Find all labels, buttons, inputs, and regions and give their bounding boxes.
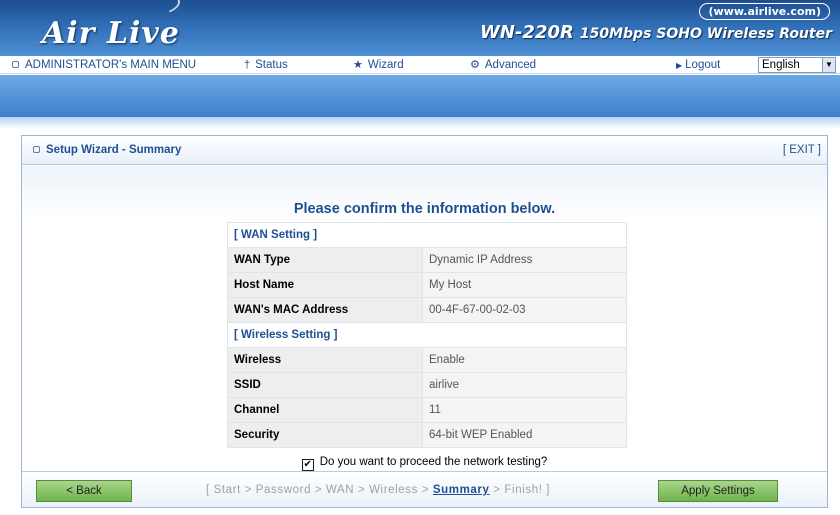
panel-header: Setup Wizard - Summary [ EXIT ]: [22, 136, 827, 165]
model-description: 150Mbps SOHO Wireless Router: [579, 26, 832, 42]
proceed-testing-label: Do you want to proceed the network testi…: [319, 456, 548, 468]
row-label: Channel: [227, 397, 423, 423]
nav-status[interactable]: † Status: [244, 56, 288, 74]
steps-suffix: > Finish! ]: [489, 484, 551, 496]
advanced-gear-icon: ⚙: [470, 59, 480, 71]
panel-title: Setup Wizard - Summary: [33, 144, 181, 156]
header-band: [0, 75, 840, 117]
nav-advanced-label: Advanced: [484, 59, 537, 71]
nav-admin-label: ADMINISTRATOR's MAIN MENU: [25, 59, 197, 71]
status-figure-icon: †: [244, 59, 251, 71]
language-value: English: [762, 59, 800, 71]
model-name: WN-220R: [480, 22, 574, 43]
panel-title-text: Setup Wizard - Summary: [46, 144, 182, 156]
row-value: airlive: [422, 372, 627, 398]
wan-section-header: [ WAN Setting ]: [227, 222, 627, 248]
confirm-heading: Please confirm the information below.: [293, 201, 556, 217]
row-value: Dynamic IP Address: [422, 247, 627, 273]
wireless-section-header: [ Wireless Setting ]: [227, 322, 627, 348]
table-row: Host Name My Host: [227, 272, 627, 298]
nav-admin-main-menu[interactable]: ADMINISTRATOR's MAIN MENU: [12, 56, 196, 74]
router-admin-page: Air Live (www.airlive.com) WN-220R 150Mbp…: [0, 0, 840, 515]
main-nav: ADMINISTRATOR's MAIN MENU † Status ★ Wizar…: [0, 56, 840, 74]
table-row: WAN's MAC Address 00-4F-67-00-02-03: [227, 297, 627, 323]
language-select[interactable]: English ▼: [758, 57, 836, 73]
back-button[interactable]: < Back: [36, 480, 132, 502]
arrow-right-icon: ▶: [676, 61, 683, 70]
table-row: Security 64-bit WEP Enabled: [227, 422, 627, 448]
steps-prefix: [ Start > Password > WAN > Wireless >: [206, 484, 433, 496]
proceed-testing-row: ✔ Do you want to proceed the network test…: [22, 456, 827, 471]
row-value: 11: [422, 397, 627, 423]
row-label: Security: [227, 422, 423, 448]
wizard-footer: < Back [ Start > Password > WAN > Wirele…: [22, 471, 827, 507]
product-title: WN-220R 150Mbps SOHO Wireless Router: [480, 22, 832, 43]
bullet-icon: [33, 146, 40, 153]
table-row: Wireless Enable: [227, 347, 627, 373]
row-value: 00-4F-67-00-02-03: [422, 297, 627, 323]
nav-status-label: Status: [255, 59, 288, 71]
wizard-icon: ★: [353, 59, 363, 71]
row-label: WAN's MAC Address: [227, 297, 423, 323]
logout-link[interactable]: ▶ Logout: [676, 56, 720, 74]
table-row: [ WAN Setting ]: [227, 222, 627, 248]
row-value: Enable: [422, 347, 627, 373]
bullet-icon: [12, 61, 19, 68]
table-row: WAN Type Dynamic IP Address: [227, 247, 627, 273]
checkmark-icon: ✔: [303, 459, 312, 470]
exit-link[interactable]: [ EXIT ]: [783, 144, 821, 156]
row-label: WAN Type: [227, 247, 423, 273]
apply-settings-button[interactable]: Apply Settings: [658, 480, 778, 502]
row-label: Host Name: [227, 272, 423, 298]
proceed-testing-checkbox[interactable]: ✔: [301, 459, 314, 471]
header-banner: Air Live (www.airlive.com) WN-220R 150Mbp…: [0, 0, 840, 56]
logout-label: Logout: [685, 59, 721, 71]
airlive-logo: Air Live: [42, 16, 180, 51]
site-url[interactable]: (www.airlive.com): [699, 3, 830, 20]
row-value: 64-bit WEP Enabled: [422, 422, 627, 448]
nav-advanced[interactable]: ⚙ Advanced: [470, 56, 536, 74]
chevron-down-icon[interactable]: ▼: [822, 58, 835, 72]
nav-wizard[interactable]: ★ Wizard: [353, 56, 404, 74]
wizard-steps-breadcrumb: [ Start > Password > WAN > Wireless > Su…: [206, 484, 550, 496]
table-row: Channel 11: [227, 397, 627, 423]
band-fade: [0, 117, 840, 129]
table-row: [ Wireless Setting ]: [227, 322, 627, 348]
current-step[interactable]: Summary: [433, 484, 490, 496]
summary-table: [ WAN Setting ] WAN Type Dynamic IP Addr…: [227, 222, 627, 448]
row-value: My Host: [422, 272, 627, 298]
table-row: SSID airlive: [227, 372, 627, 398]
setup-wizard-panel: Setup Wizard - Summary [ EXIT ] Please c…: [21, 135, 828, 508]
row-label: SSID: [227, 372, 423, 398]
row-label: Wireless: [227, 347, 423, 373]
nav-wizard-label: Wizard: [367, 59, 404, 71]
